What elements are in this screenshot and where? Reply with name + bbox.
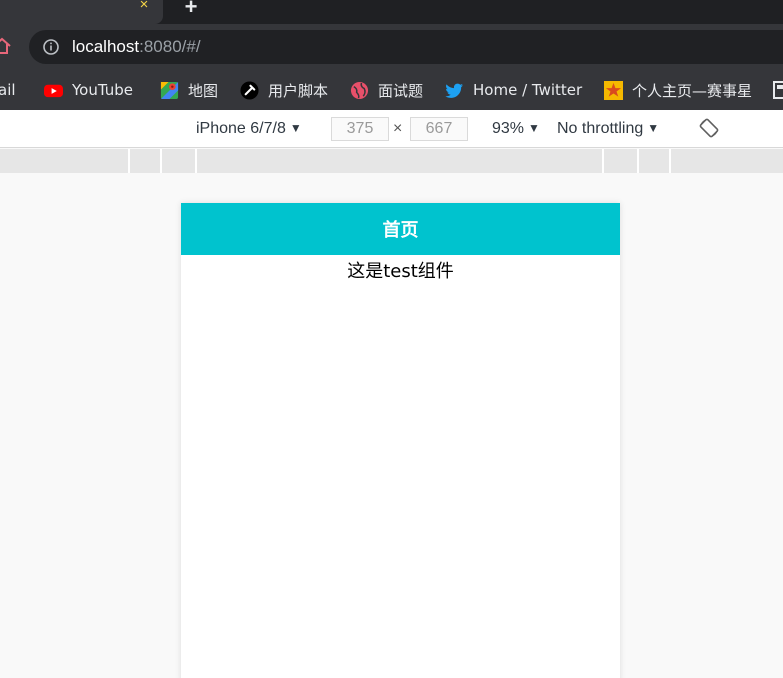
bookmark-label: 地图 (188, 81, 219, 100)
emulated-viewport: 首页 这是test组件 (0, 173, 783, 678)
globe-icon (350, 81, 369, 99)
throttling-select[interactable]: No throttling ▼ (557, 120, 659, 138)
page-title: 首页 (382, 220, 419, 241)
media-query-segment[interactable] (637, 149, 639, 173)
youtube-icon (44, 84, 63, 97)
device-name: iPhone 6/7/8 (196, 120, 286, 137)
chevron-down-icon: ▼ (528, 121, 540, 135)
component-text: 这是test组件 (347, 261, 454, 282)
rotate-icon[interactable] (698, 117, 720, 139)
bookmark-label: 用户脚本 (268, 81, 329, 100)
bookmark-saishixing[interactable]: 个人主页—赛事星 (604, 79, 752, 101)
tab-close-icon[interactable]: × (136, 0, 152, 13)
bookmark-label: YouTube (72, 81, 133, 99)
zoom-select[interactable]: 93% ▼ (492, 120, 540, 138)
twitter-icon (445, 83, 464, 98)
media-query-segment[interactable] (602, 149, 604, 173)
media-query-segment[interactable] (195, 149, 197, 173)
home-icon[interactable] (0, 36, 12, 56)
bookmark-twitter[interactable]: Home / Twitter (445, 79, 582, 101)
media-query-segment[interactable] (160, 149, 162, 173)
media-query-segment[interactable] (669, 149, 671, 173)
userscript-icon (240, 80, 259, 100)
chevron-down-icon: ▼ (647, 121, 660, 135)
url-path: :8080/#/ (139, 37, 201, 56)
dimension-separator: × (393, 120, 403, 137)
bookmark-maps[interactable]: 地图 (160, 79, 218, 101)
bookmark-userscript[interactable]: 用户脚本 (240, 79, 328, 101)
url-host: localhost (72, 37, 140, 56)
new-tab-button[interactable]: + (180, 0, 202, 18)
active-tab[interactable]: × (0, 0, 163, 24)
site-info-icon[interactable] (42, 38, 60, 56)
bookmark-gmail[interactable]: ail (0, 79, 16, 101)
bookmark-folder-icon[interactable] (773, 81, 783, 99)
height-input[interactable]: 667 (410, 117, 468, 141)
app-header: 首页 (181, 203, 620, 255)
bookmark-label: 个人主页—赛事星 (632, 81, 753, 100)
device-toolbar: iPhone 6/7/8 ▼ 375 × 667 93% ▼ No throttli… (0, 110, 783, 148)
browser-toolbar: localhost:8080/#/ (0, 24, 783, 70)
device-select[interactable]: iPhone 6/7/8 ▼ (196, 120, 302, 138)
maps-icon (160, 81, 179, 99)
throttling-value: No throttling (557, 120, 644, 137)
media-query-segment[interactable] (128, 149, 130, 173)
device-screen: 首页 这是test组件 (181, 203, 620, 678)
tab-strip: × + (0, 0, 783, 24)
bookmark-interview[interactable]: 面试题 (350, 79, 423, 101)
bookmark-youtube[interactable]: YouTube (44, 79, 133, 101)
bookmark-label: 面试题 (378, 81, 424, 100)
chevron-down-icon: ▼ (289, 121, 302, 135)
url-text[interactable]: localhost:8080/#/ (72, 37, 201, 57)
saishixing-icon (604, 80, 623, 100)
bookmarks-bar: ail YouTube 地图 用户脚本 面试题 Home / Twitter 个… (0, 70, 783, 110)
width-input[interactable]: 375 (331, 117, 389, 141)
bookmark-label: ail (0, 81, 16, 99)
bookmark-label: Home / Twitter (473, 81, 583, 99)
zoom-value: 93% (492, 120, 525, 137)
media-query-bar (0, 149, 783, 173)
